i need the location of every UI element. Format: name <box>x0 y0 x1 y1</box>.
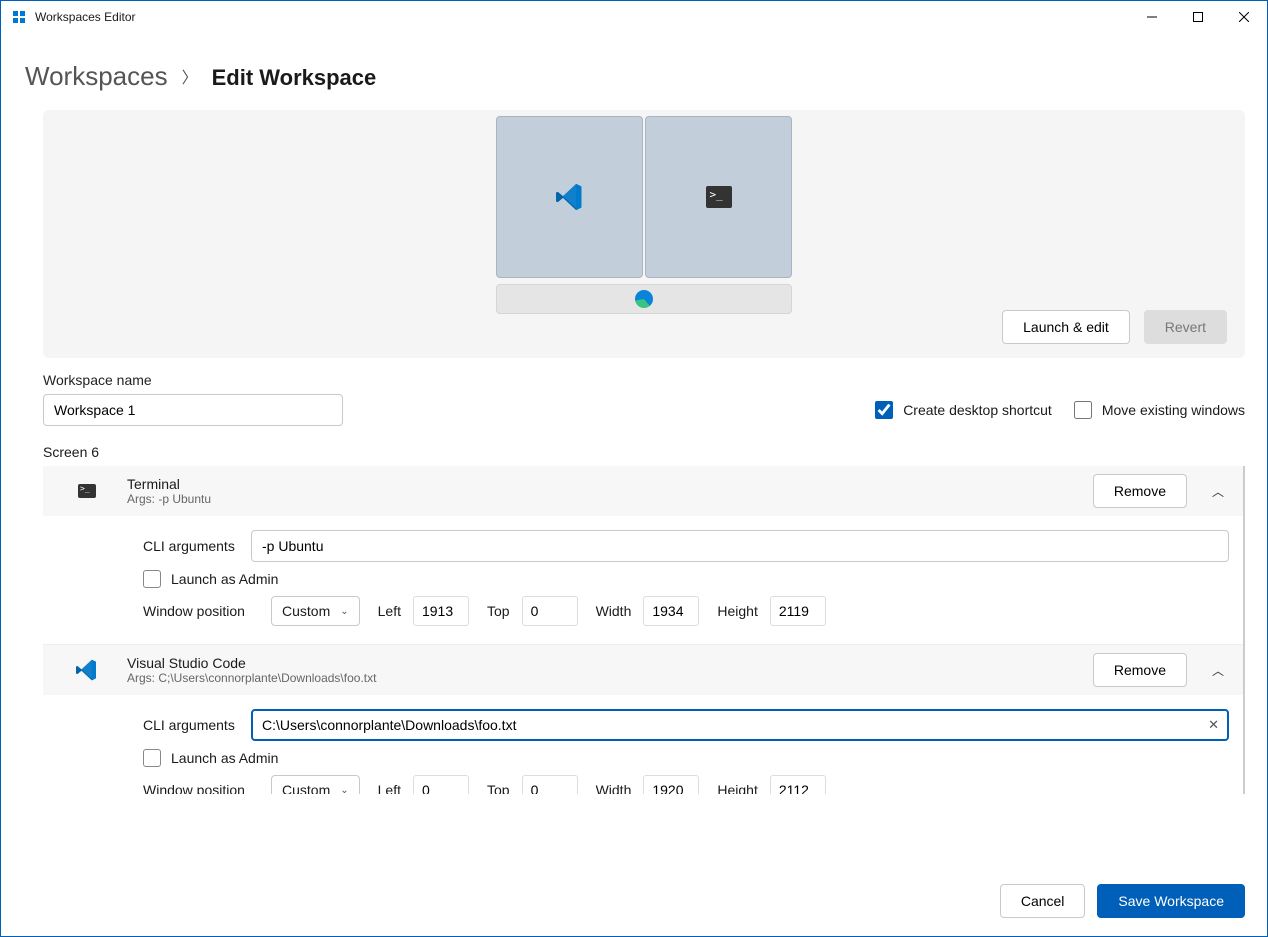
app-item-terminal: Terminal Args: -p Ubuntu Remove ︿ CLI ar… <box>43 466 1243 645</box>
breadcrumb-current: Edit Workspace <box>212 65 377 91</box>
app-item-vscode: Visual Studio Code Args: C;\Users\connor… <box>43 645 1243 794</box>
remove-button[interactable]: Remove <box>1093 474 1187 508</box>
launch-edit-button[interactable]: Launch & edit <box>1002 310 1130 344</box>
position-value: Custom <box>282 782 330 794</box>
preview-panel: Launch & edit Revert <box>43 110 1245 358</box>
cli-label: CLI arguments <box>143 538 239 554</box>
app-name: Visual Studio Code <box>127 655 1073 671</box>
top-input[interactable] <box>522 775 578 794</box>
app-icon <box>11 9 27 25</box>
minimize-button[interactable] <box>1129 1 1175 33</box>
close-button[interactable] <box>1221 1 1267 33</box>
window-title: Workspaces Editor <box>35 10 135 24</box>
position-value: Custom <box>282 603 330 619</box>
width-input[interactable] <box>643 596 699 626</box>
checkbox-icon[interactable] <box>143 570 161 588</box>
preview-tile-terminal[interactable] <box>645 116 792 278</box>
breadcrumb: Workspaces 〉 Edit Workspace <box>1 33 1267 110</box>
winpos-label: Window position <box>143 603 253 619</box>
app-args-summary: Args: C;\Users\connorplante\Downloads\fo… <box>127 671 1073 685</box>
launch-admin-label: Launch as Admin <box>171 750 278 766</box>
app-name: Terminal <box>127 476 1073 492</box>
height-label: Height <box>717 603 757 619</box>
cli-input[interactable] <box>251 530 1229 562</box>
terminal-icon <box>78 484 96 498</box>
maximize-button[interactable] <box>1175 1 1221 33</box>
vscode-icon <box>76 659 98 681</box>
left-label: Left <box>378 782 401 794</box>
width-label: Width <box>596 782 632 794</box>
revert-button: Revert <box>1144 310 1227 344</box>
position-select[interactable]: Custom ⌄ <box>271 596 360 626</box>
chevron-up-icon[interactable]: ︿ <box>1207 483 1229 500</box>
vscode-icon <box>556 183 584 211</box>
bottom-bar: Cancel Save Workspace <box>1000 884 1245 918</box>
launch-admin-check[interactable]: Launch as Admin <box>143 570 278 588</box>
width-label: Width <box>596 603 632 619</box>
breadcrumb-root[interactable]: Workspaces <box>25 61 168 92</box>
cancel-button[interactable]: Cancel <box>1000 884 1086 918</box>
screen-label: Screen 6 <box>43 444 1245 460</box>
width-input[interactable] <box>643 775 699 794</box>
chevron-down-icon: ⌄ <box>340 785 348 795</box>
height-input[interactable] <box>770 775 826 794</box>
height-input[interactable] <box>770 596 826 626</box>
launch-admin-label: Launch as Admin <box>171 571 278 587</box>
move-windows-label: Move existing windows <box>1102 402 1245 418</box>
cli-label: CLI arguments <box>143 717 239 733</box>
workspace-name-input[interactable] <box>43 394 343 426</box>
terminal-icon <box>706 186 732 208</box>
create-shortcut-checkbox[interactable] <box>875 401 893 419</box>
preview-tile-vscode[interactable] <box>496 116 643 278</box>
create-shortcut-check[interactable]: Create desktop shortcut <box>875 401 1052 419</box>
workspace-name-label: Workspace name <box>43 372 1245 388</box>
height-label: Height <box>717 782 757 794</box>
chevron-down-icon: ⌄ <box>340 606 348 617</box>
app-header-terminal[interactable]: Terminal Args: -p Ubuntu Remove ︿ <box>43 466 1243 516</box>
edge-icon <box>635 290 653 308</box>
move-windows-checkbox[interactable] <box>1074 401 1092 419</box>
left-input[interactable] <box>413 775 469 794</box>
left-input[interactable] <box>413 596 469 626</box>
window-controls <box>1129 1 1267 33</box>
checkbox-icon[interactable] <box>143 749 161 767</box>
clear-icon[interactable]: ✕ <box>1208 717 1219 733</box>
top-input[interactable] <box>522 596 578 626</box>
chevron-up-icon[interactable]: ︿ <box>1207 662 1229 679</box>
chevron-right-icon: 〉 <box>182 64 198 88</box>
left-label: Left <box>378 603 401 619</box>
top-label: Top <box>487 603 510 619</box>
create-shortcut-label: Create desktop shortcut <box>903 402 1052 418</box>
app-args-summary: Args: -p Ubuntu <box>127 492 1073 506</box>
cli-input[interactable] <box>251 709 1229 741</box>
move-windows-check[interactable]: Move existing windows <box>1074 401 1245 419</box>
save-workspace-button[interactable]: Save Workspace <box>1097 884 1245 918</box>
titlebar: Workspaces Editor <box>1 1 1267 33</box>
top-label: Top <box>487 782 510 794</box>
remove-button[interactable]: Remove <box>1093 653 1187 687</box>
app-header-vscode[interactable]: Visual Studio Code Args: C;\Users\connor… <box>43 645 1243 695</box>
winpos-label: Window position <box>143 782 253 794</box>
position-select[interactable]: Custom ⌄ <box>271 775 360 794</box>
preview-tile-edge[interactable] <box>496 284 792 314</box>
app-list: Terminal Args: -p Ubuntu Remove ︿ CLI ar… <box>43 466 1245 794</box>
launch-admin-check[interactable]: Launch as Admin <box>143 749 278 767</box>
